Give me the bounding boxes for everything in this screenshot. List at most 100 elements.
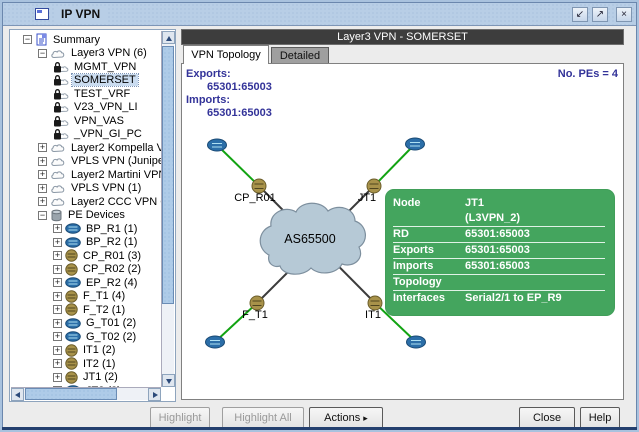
expander-plus-icon[interactable]: +: [53, 346, 62, 355]
scroll-right-button[interactable]: [148, 388, 161, 401]
help-button[interactable]: Help: [580, 407, 620, 429]
tree-item-layer2-martini-vpn-c[interactable]: + Layer2 Martini VPN C: [11, 168, 161, 182]
tree-item-label: Summary: [51, 34, 102, 46]
expander-plus-icon[interactable]: +: [38, 157, 47, 166]
tooltip-row: Exports65301:65003: [393, 243, 605, 259]
as-cloud[interactable]: AS65500: [260, 203, 365, 274]
tab-detailed[interactable]: Detailed: [271, 47, 329, 64]
tree-item-bp-r2-1[interactable]: + BP_R2 (1): [11, 236, 161, 250]
router-blue-icon: [65, 318, 81, 329]
ce-router-node[interactable]: [407, 336, 426, 348]
tree-item-summary[interactable]: − Summary: [11, 33, 161, 47]
tree-item-jt1-2[interactable]: + JT1 (2): [11, 371, 161, 385]
horizontal-scroll-thumb[interactable]: [25, 388, 117, 400]
scroll-left-button[interactable]: [11, 388, 24, 401]
expander-plus-icon[interactable]: +: [53, 278, 62, 287]
tree-item-it2-1[interactable]: + IT2 (1): [11, 357, 161, 371]
tree-item-label: G_T02 (2): [84, 331, 138, 343]
tree-item-label: TEST_VRF: [72, 88, 132, 100]
expander-minus-icon[interactable]: −: [38, 49, 47, 58]
devices-drum-icon: [50, 209, 63, 222]
pe-router-node-IT1[interactable]: [368, 296, 382, 310]
expander-plus-icon[interactable]: +: [38, 184, 47, 193]
pe-router-node-JT1[interactable]: [367, 179, 381, 193]
tree-item-g-t01-2[interactable]: +G_T01 (2): [11, 317, 161, 331]
tree-item-label: IT2 (1): [81, 358, 117, 370]
tooltip-row: RD65301:65003: [393, 227, 605, 243]
tooltip-row-value: (L3VPN_2): [465, 212, 605, 224]
tree-item-vpn-vas[interactable]: VPN_VAS: [11, 114, 161, 128]
actions-button[interactable]: Actions ▸: [309, 407, 383, 429]
tree-item-cp-r02-2[interactable]: + CP_R02 (2): [11, 263, 161, 277]
expander-plus-icon[interactable]: +: [53, 359, 62, 368]
close-button[interactable]: ×: [616, 7, 632, 22]
expander-plus-icon[interactable]: +: [53, 373, 62, 382]
highlight-all-button[interactable]: Highlight All: [222, 407, 304, 429]
tree-item-mgmt-vpn[interactable]: MGMT_VPN: [11, 60, 161, 74]
tree-horizontal-scrollbar[interactable]: [11, 387, 161, 400]
tree-item-layer2-kompella-vpn[interactable]: +Layer2 Kompella VPN: [11, 141, 161, 155]
expander-plus-icon[interactable]: +: [53, 292, 62, 301]
tree-item-label: VPN_VAS: [72, 115, 126, 127]
expander-plus-icon[interactable]: +: [53, 265, 62, 274]
tree-item-label: Layer2 Martini VPN C: [69, 169, 161, 181]
tree-item-vpls-vpn-juniper[interactable]: +VPLS VPN (Juniper) (: [11, 155, 161, 169]
pe-router-node-F_T1[interactable]: [250, 296, 264, 310]
tree-item-ep-r2-4[interactable]: +EP_R2 (4): [11, 276, 161, 290]
access-link: [374, 144, 415, 186]
close-button[interactable]: Close: [519, 407, 575, 429]
expander-plus-icon[interactable]: +: [53, 238, 62, 247]
expander-minus-icon[interactable]: −: [38, 211, 47, 220]
tree-item-pe-devices[interactable]: − PE Devices: [11, 209, 161, 223]
tree-item-cp-r01-3[interactable]: +CP_R01 (3): [11, 249, 161, 263]
tree-item-label: PE Devices: [66, 209, 127, 221]
expander-minus-icon[interactable]: −: [23, 35, 32, 44]
router-gold-icon: [65, 344, 78, 357]
tree-item-test-vrf[interactable]: TEST_VRF: [11, 87, 161, 101]
expander-plus-icon[interactable]: +: [38, 170, 47, 179]
scroll-up-button[interactable]: [162, 31, 175, 44]
ce-router-node[interactable]: [206, 336, 225, 348]
expander-plus-icon[interactable]: +: [53, 251, 62, 260]
menu-arrow-icon: ▸: [363, 413, 368, 423]
summary-doc-icon: [35, 33, 48, 46]
tree-item-f-t1-4[interactable]: +F_T1 (4): [11, 290, 161, 304]
tree-vertical-scrollbar[interactable]: [161, 31, 174, 387]
tree-item-v23-vpn-li[interactable]: V23_VPN_LI: [11, 101, 161, 115]
minimize-button[interactable]: ↙: [572, 7, 588, 22]
tree-item-g-t02-2[interactable]: + G_T02 (2): [11, 330, 161, 344]
ce-router-node[interactable]: [208, 139, 227, 151]
tooltip-row-value: 65301:65003: [465, 244, 605, 256]
vpn-tree: −Summary−Layer3 VPN (6)MGMT_VPNSOMERSETT…: [11, 31, 161, 387]
tree-item-it1-2[interactable]: +IT1 (2): [11, 344, 161, 358]
tree-item-bp-r1-1[interactable]: +BP_R1 (1): [11, 222, 161, 236]
expander-plus-icon[interactable]: +: [53, 224, 62, 233]
tree-item-layer3-vpn-6[interactable]: −Layer3 VPN (6): [11, 47, 161, 61]
pe-router-node-CP_R01[interactable]: [252, 179, 266, 193]
tree-item-label: JT1 (2): [81, 371, 120, 383]
expander-plus-icon[interactable]: +: [53, 305, 62, 314]
router-gold-icon: [65, 303, 78, 316]
tree-item-vpn-gi-pc[interactable]: _VPN_GI_PC: [11, 128, 161, 142]
titlebar[interactable]: IP VPN ↙ ↗ ×: [3, 3, 636, 26]
scroll-down-button[interactable]: [162, 374, 175, 387]
tab-vpn-topology[interactable]: VPN Topology: [183, 45, 269, 64]
tooltip-row-value: [465, 276, 605, 288]
tree-item-label: BP_R2 (1): [84, 236, 139, 248]
highlight-button[interactable]: Highlight: [150, 407, 210, 429]
window-title: IP VPN: [55, 6, 106, 22]
right-arrow-icon: [153, 392, 158, 398]
expander-plus-icon[interactable]: +: [53, 319, 62, 328]
tooltip-row-value: Serial2/1 to EP_R9: [465, 292, 605, 304]
tree-item-vpls-vpn-1[interactable]: +VPLS VPN (1): [11, 182, 161, 196]
tree-item-layer2-ccc-vpn-cin[interactable]: +Layer2 CCC VPN Cin: [11, 195, 161, 209]
vertical-scroll-thumb[interactable]: [162, 46, 174, 304]
maximize-button[interactable]: ↗: [592, 7, 608, 22]
tree-item-somerset[interactable]: SOMERSET: [11, 74, 161, 88]
expander-plus-icon[interactable]: +: [53, 332, 62, 341]
ce-router-node[interactable]: [406, 138, 425, 150]
expander-plus-icon[interactable]: +: [38, 197, 47, 206]
tree-item-label: CP_R02 (2): [81, 263, 143, 275]
tree-item-f-t2-1[interactable]: +F_T2 (1): [11, 303, 161, 317]
expander-plus-icon[interactable]: +: [38, 143, 47, 152]
